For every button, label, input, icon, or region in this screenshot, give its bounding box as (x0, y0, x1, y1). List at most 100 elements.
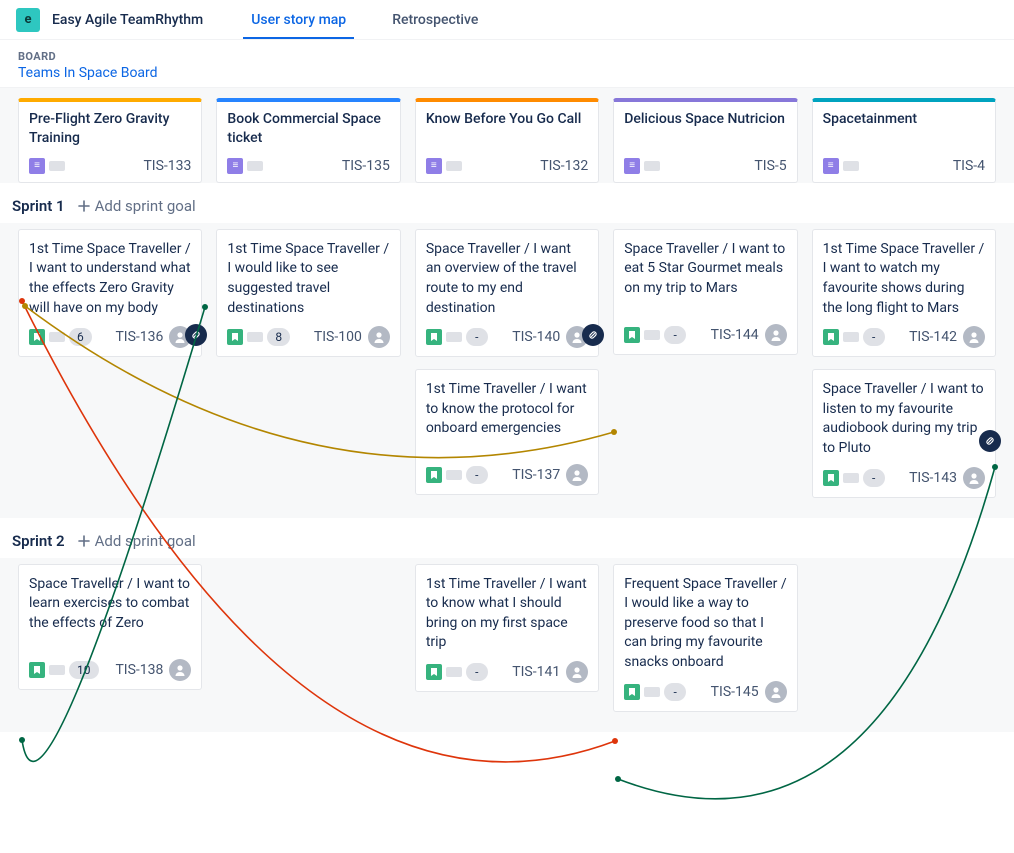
epic-footer: ≡ TIS-5 (624, 158, 786, 174)
epic-key: TIS-135 (342, 158, 390, 174)
board-selector: BOARD Teams In Space Board (0, 40, 1014, 87)
story-icon (624, 684, 640, 700)
story-column: Space Traveller / I want an overview of … (415, 229, 599, 498)
story-icon (426, 467, 442, 483)
epic-footer: ≡TIS-132 (426, 158, 588, 174)
story-key: TIS-137 (512, 467, 560, 483)
story-title: Space Traveller / I want to listen to my… (823, 380, 985, 458)
epic-row: Pre-Flight Zero Gravity Training ≡TIS-133… (0, 87, 1014, 183)
epic-icon: ≡ (624, 158, 640, 174)
story-title: Space Traveller / I want an overview of … (426, 240, 588, 318)
epic-card[interactable]: Know Before You Go Call≡TIS-132 (415, 98, 599, 183)
flag-icon (446, 161, 462, 171)
story-card[interactable]: Space Traveller / I want an overview of … (415, 229, 599, 357)
story-column: 1st Time Space Traveller / I would like … (216, 229, 400, 498)
assignee-avatar-icon[interactable] (765, 681, 787, 703)
assignee-avatar-icon[interactable] (963, 467, 985, 489)
epic-card[interactable]: Pre-Flight Zero Gravity Training ≡TIS-133 (18, 98, 202, 183)
story-card[interactable]: 1st Time Space Traveller / I want to wat… (812, 229, 996, 357)
story-card[interactable]: 1st Time Space Traveller / I would like … (216, 229, 400, 357)
epic-card[interactable]: Spacetainment≡TIS-4 (812, 98, 996, 183)
story-footer: -TIS-145 (624, 681, 786, 703)
epic-card[interactable]: Book Commercial Space ticket≡TIS-135 (216, 98, 400, 183)
story-title: 1st Time Space Traveller / I want to wat… (823, 240, 985, 318)
flag-icon (644, 161, 660, 171)
main-tabs: User story map Retrospective (243, 0, 516, 39)
sprint-1-grid: 1st Time Space Traveller / I want to und… (0, 223, 1014, 518)
flag-icon (49, 665, 65, 675)
story-title: 1st Time Traveller / I want to know what… (426, 575, 588, 653)
epic-footer: ≡TIS-4 (823, 158, 985, 174)
story-footer: -TIS-143 (823, 467, 985, 489)
add-sprint-goal-2[interactable]: Add sprint goal (77, 532, 196, 550)
flag-icon (644, 687, 660, 697)
link-badge-icon[interactable] (582, 324, 604, 346)
app-root: e Easy Agile TeamRhythm User story map R… (0, 0, 1014, 732)
sprint-2-name: Sprint 2 (12, 532, 65, 550)
story-footer: -TIS-142 (823, 326, 985, 348)
tab-retrospective[interactable]: Retrospective (384, 0, 486, 39)
assignee-avatar-icon[interactable] (566, 661, 588, 683)
epic-icon: ≡ (227, 158, 243, 174)
app-header: e Easy Agile TeamRhythm User story map R… (0, 0, 1014, 40)
epic-title: Delicious Space Nutricion (624, 110, 786, 129)
story-card[interactable]: 1st Time Space Traveller / I want to und… (18, 229, 202, 357)
sprint-1-name: Sprint 1 (12, 197, 65, 215)
story-icon (29, 329, 45, 345)
story-card[interactable]: Space Traveller / I want to listen to my… (812, 369, 996, 497)
link-badge-icon[interactable] (979, 430, 1001, 452)
assignee-avatar-icon[interactable] (169, 659, 191, 681)
story-column: 1st Time Space Traveller / I want to und… (18, 229, 202, 498)
story-title: Space Traveller / I want to learn exerci… (29, 575, 191, 651)
story-footer: 8TIS-100 (227, 326, 389, 348)
story-points: - (466, 663, 488, 681)
board-label: BOARD (18, 50, 996, 63)
assignee-avatar-icon[interactable] (368, 326, 390, 348)
story-card[interactable]: 1st Time Traveller / I want to know the … (415, 369, 599, 495)
story-footer: -TIS-140 (426, 326, 588, 348)
story-icon (823, 329, 839, 345)
add-sprint-goal-1-label: Add sprint goal (95, 197, 196, 215)
story-card[interactable]: Space Traveller / I want to learn exerci… (18, 564, 202, 690)
story-card[interactable]: 1st Time Traveller / I want to know what… (415, 564, 599, 692)
epic-footer: ≡TIS-133 (29, 158, 191, 174)
story-footer: -TIS-144 (624, 324, 786, 346)
epic-title: Pre-Flight Zero Gravity Training (29, 110, 191, 148)
story-points: - (863, 469, 885, 487)
app-logo-icon: e (16, 8, 40, 32)
link-badge-icon[interactable] (185, 324, 207, 346)
board-name-link[interactable]: Teams In Space Board (18, 65, 996, 81)
story-title: 1st Time Space Traveller / I would like … (227, 240, 389, 318)
tab-user-story-map[interactable]: User story map (243, 0, 354, 39)
plus-icon (77, 534, 91, 548)
story-column: Frequent Space Traveller / I would like … (613, 564, 797, 712)
epic-card[interactable]: Delicious Space Nutricion ≡ TIS-5 (613, 98, 797, 183)
story-card[interactable]: Frequent Space Traveller / I would like … (613, 564, 797, 712)
story-points: 6 (69, 328, 92, 346)
add-sprint-goal-1[interactable]: Add sprint goal (77, 197, 196, 215)
assignee-avatar-icon[interactable] (963, 326, 985, 348)
epic-key: TIS-132 (540, 158, 588, 174)
story-points: - (466, 466, 488, 484)
story-icon (624, 327, 640, 343)
story-icon (426, 329, 442, 345)
story-points: 8 (267, 328, 290, 346)
flag-icon (446, 470, 462, 480)
story-key: TIS-140 (512, 329, 560, 345)
story-card[interactable]: Space Traveller / I want to eat 5 Star G… (613, 229, 797, 355)
story-key: TIS-141 (512, 664, 560, 680)
flag-icon (247, 161, 263, 171)
story-footer: 6TIS-136 (29, 326, 191, 348)
story-column: Space Traveller / I want to eat 5 Star G… (613, 229, 797, 498)
flag-icon (843, 332, 859, 342)
assignee-avatar-icon[interactable] (765, 324, 787, 346)
assignee-avatar-icon[interactable] (566, 464, 588, 486)
story-footer: - TIS-137 (426, 464, 588, 486)
story-key: TIS-142 (909, 329, 957, 345)
flag-icon (446, 332, 462, 342)
story-icon (823, 470, 839, 486)
story-footer: 10TIS-138 (29, 659, 191, 681)
flag-icon (843, 473, 859, 483)
flag-icon (247, 332, 263, 342)
epic-key: TIS-5 (754, 158, 786, 174)
